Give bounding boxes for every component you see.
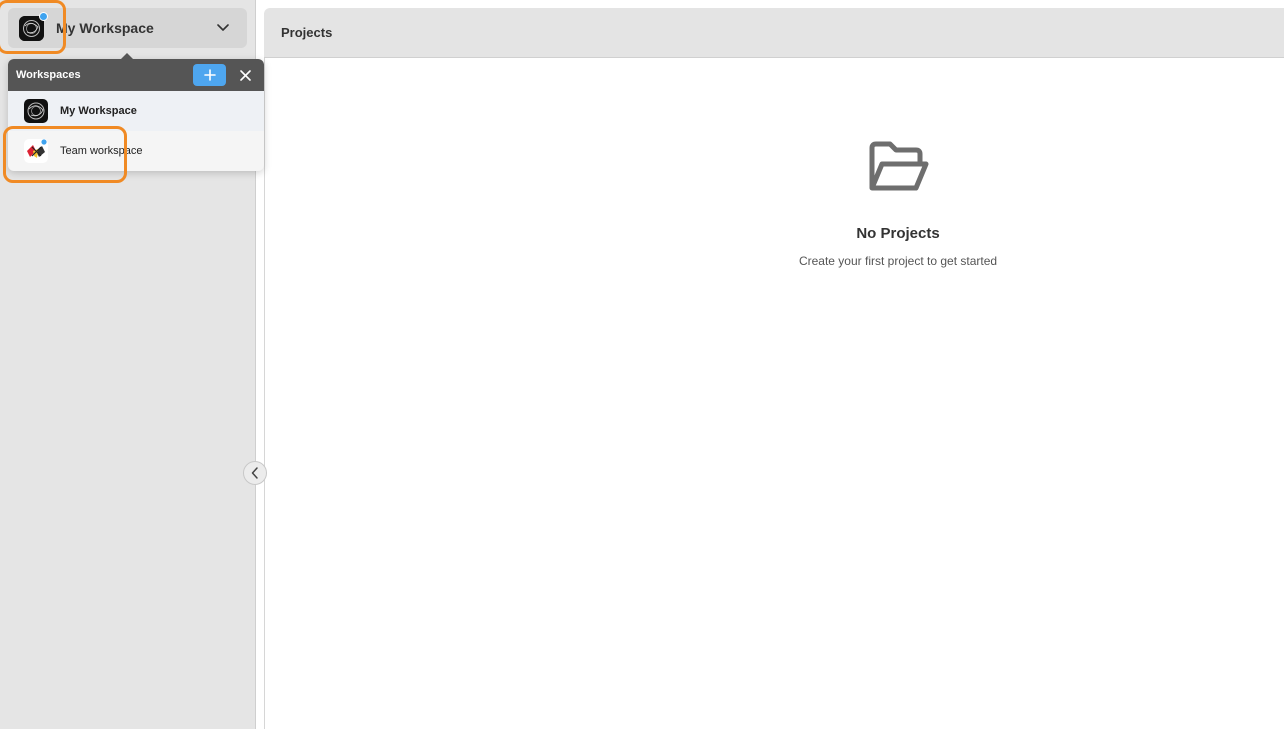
workspace-logo-icon [19,11,48,41]
empty-state: No Projects Create your first project to… [698,138,1098,268]
team-logo-icon [24,138,48,163]
main-header: Projects [264,8,1284,58]
page-title: Projects [281,25,333,40]
workspace-item-label: Team workspace [60,145,143,157]
close-popover-button[interactable] [238,68,252,82]
chevron-left-icon [251,467,258,479]
popover-title: Workspaces [16,69,81,81]
plus-icon [203,69,216,81]
collapse-sidebar-button[interactable] [243,461,267,485]
empty-state-title: No Projects [856,225,940,242]
workspace-switcher[interactable]: My Workspace [8,8,247,48]
popover-header: Workspaces [8,59,264,91]
notification-dot [39,11,48,21]
workspace-name: My Workspace [56,20,154,36]
workspace-logo-icon [24,99,48,123]
main-divider [264,58,265,729]
workspace-item-label: My Workspace [60,105,137,117]
empty-state-subtitle: Create your first project to get started [798,254,998,268]
close-icon [239,69,251,81]
workspace-item-my-workspace[interactable]: My Workspace [8,91,264,131]
workspaces-popover: Workspaces My Workspace Team workspace [8,53,264,171]
chevron-down-icon [215,20,231,36]
add-workspace-button[interactable] [193,64,226,86]
workspace-item-team-workspace[interactable]: Team workspace [8,131,264,171]
folder-open-icon [866,138,930,198]
